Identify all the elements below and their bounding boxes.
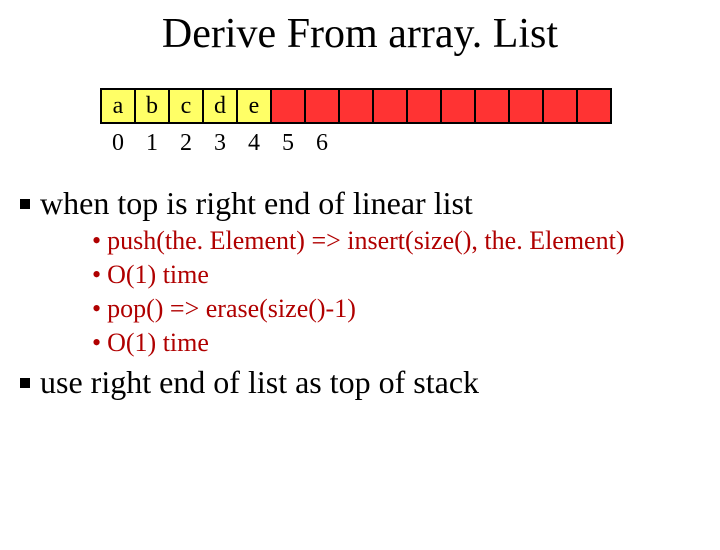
bullet-level2-text: O(1) time xyxy=(107,328,209,357)
array-index: 0 xyxy=(100,130,136,157)
array-index: 4 xyxy=(236,130,272,157)
bullet-level2-text: push(the. Element) => insert(size(), the… xyxy=(107,226,624,255)
bullet-level2: •O(1) time xyxy=(92,328,720,358)
array-index: 2 xyxy=(168,130,204,157)
array-index: 5 xyxy=(270,130,306,157)
array-cell xyxy=(304,88,340,124)
array-cell xyxy=(576,88,612,124)
array-cell xyxy=(406,88,442,124)
array-index: 6 xyxy=(304,130,340,157)
square-bullet-icon xyxy=(20,199,30,209)
dot-bullet-icon: • xyxy=(92,260,101,289)
array-diagram: abcde 0123456 xyxy=(100,88,720,157)
bullet-level2: •push(the. Element) => insert(size(), th… xyxy=(92,226,720,256)
bullet-level1: when top is right end of linear list xyxy=(20,185,720,222)
dot-bullet-icon: • xyxy=(92,226,101,255)
array-cell: c xyxy=(168,88,204,124)
array-cell xyxy=(440,88,476,124)
dot-bullet-icon: • xyxy=(92,328,101,357)
array-indices-row: 0123456 xyxy=(100,130,720,157)
array-cell: e xyxy=(236,88,272,124)
array-cell xyxy=(270,88,306,124)
array-cell xyxy=(338,88,374,124)
array-cell xyxy=(474,88,510,124)
slide: Derive From array. List abcde 0123456 wh… xyxy=(0,10,720,550)
array-index: 3 xyxy=(202,130,238,157)
array-cell xyxy=(372,88,408,124)
dot-bullet-icon: • xyxy=(92,294,101,323)
bullet-level1-text: use right end of list as top of stack xyxy=(40,364,479,401)
bullet-level2: •O(1) time xyxy=(92,260,720,290)
square-bullet-icon xyxy=(20,378,30,388)
array-cell: b xyxy=(134,88,170,124)
array-cells-row: abcde xyxy=(100,88,720,124)
bullet-level1-text: when top is right end of linear list xyxy=(40,185,473,222)
array-cell: d xyxy=(202,88,238,124)
array-index: 1 xyxy=(134,130,170,157)
bullet-content: when top is right end of linear list•pus… xyxy=(20,185,720,401)
array-cell xyxy=(508,88,544,124)
page-title: Derive From array. List xyxy=(0,10,720,58)
array-cell: a xyxy=(100,88,136,124)
bullet-level1: use right end of list as top of stack xyxy=(20,364,720,401)
bullet-level2: •pop() => erase(size()-1) xyxy=(92,294,720,324)
bullet-level2-text: pop() => erase(size()-1) xyxy=(107,294,356,323)
bullet-level2-text: O(1) time xyxy=(107,260,209,289)
array-cell xyxy=(542,88,578,124)
